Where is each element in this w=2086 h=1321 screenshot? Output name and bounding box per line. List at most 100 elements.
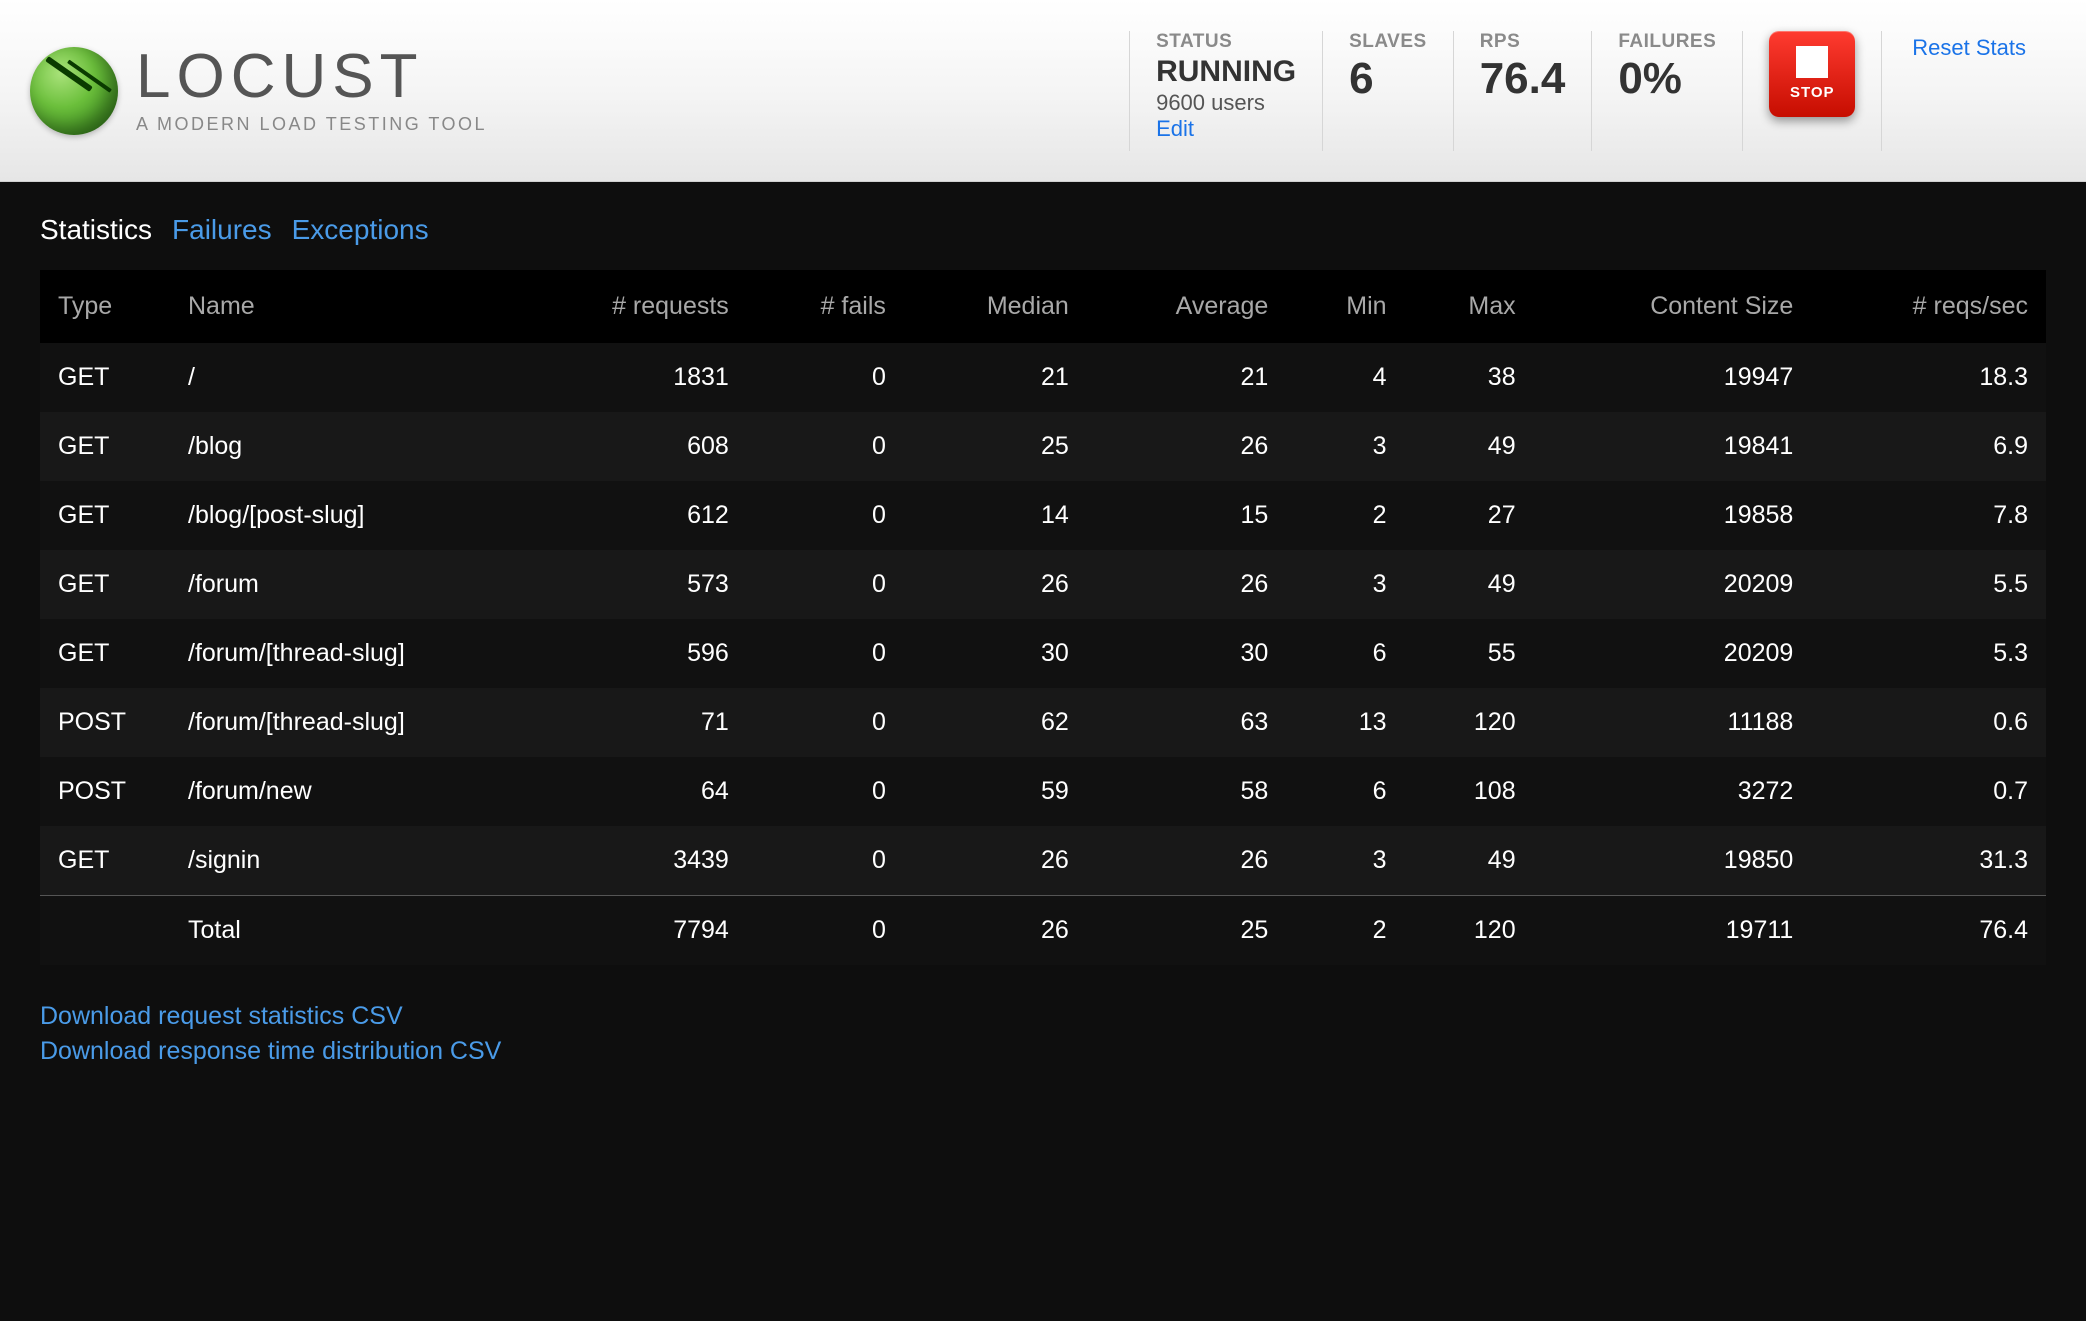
col-min[interactable]: Min	[1286, 270, 1404, 343]
cell-reqs_sec: 0.7	[1811, 757, 2046, 826]
cell-average: 15	[1087, 481, 1286, 550]
cell-name: /forum	[170, 550, 510, 619]
slaves-value: 6	[1349, 55, 1427, 103]
download-distribution-csv-link[interactable]: Download response time distribution CSV	[40, 1034, 2046, 1069]
tab-exceptions[interactable]: Exceptions	[292, 214, 429, 246]
cell-median: 30	[904, 619, 1087, 688]
failures-value: 0%	[1618, 55, 1716, 103]
table-row: POST/forum/[thread-slug]7106263131201118…	[40, 688, 2046, 757]
cell-average: 21	[1087, 343, 1286, 412]
total-cell-median: 26	[904, 896, 1087, 966]
cell-type: GET	[40, 343, 170, 412]
cell-requests: 1831	[510, 343, 747, 412]
cell-max: 27	[1405, 481, 1534, 550]
cell-type: GET	[40, 550, 170, 619]
cell-reqs_sec: 5.3	[1811, 619, 2046, 688]
cell-content_size: 19850	[1534, 826, 1812, 896]
col-requests[interactable]: # requests	[510, 270, 747, 343]
cell-average: 26	[1087, 826, 1286, 896]
col-content-size[interactable]: Content Size	[1534, 270, 1812, 343]
cell-requests: 596	[510, 619, 747, 688]
cell-content_size: 19841	[1534, 412, 1812, 481]
col-name[interactable]: Name	[170, 270, 510, 343]
table-row: GET/blog/[post-slug]61201415227198587.8	[40, 481, 2046, 550]
cell-requests: 3439	[510, 826, 747, 896]
table-row: GET/signin3439026263491985031.3	[40, 826, 2046, 896]
cell-average: 63	[1087, 688, 1286, 757]
cell-reqs_sec: 5.5	[1811, 550, 2046, 619]
cell-name: /forum/[thread-slug]	[170, 688, 510, 757]
cell-fails: 0	[747, 688, 904, 757]
cell-reqs_sec: 0.6	[1811, 688, 2046, 757]
rps-stat: RPS 76.4	[1453, 31, 1592, 151]
download-request-csv-link[interactable]: Download request statistics CSV	[40, 999, 2046, 1034]
cell-fails: 0	[747, 412, 904, 481]
stop-button[interactable]: STOP	[1769, 31, 1855, 117]
table-row: GET/forum/[thread-slug]59603030655202095…	[40, 619, 2046, 688]
cell-type: POST	[40, 688, 170, 757]
header: LOCUST A MODERN LOAD TESTING TOOL STATUS…	[0, 0, 2086, 182]
cell-median: 21	[904, 343, 1087, 412]
cell-content_size: 19947	[1534, 343, 1812, 412]
total-cell-name: Total	[170, 896, 510, 966]
cell-median: 14	[904, 481, 1087, 550]
cell-name: /forum/[thread-slug]	[170, 619, 510, 688]
cell-median: 62	[904, 688, 1087, 757]
cell-max: 55	[1405, 619, 1534, 688]
cell-name: /blog	[170, 412, 510, 481]
stop-button-label: STOP	[1790, 84, 1835, 101]
status-stat: STATUS RUNNING 9600 users Edit	[1129, 31, 1322, 151]
rps-label: RPS	[1480, 31, 1566, 53]
rps-value: 76.4	[1480, 55, 1566, 103]
cell-min: 6	[1286, 757, 1404, 826]
cell-fails: 0	[747, 343, 904, 412]
cell-max: 120	[1405, 688, 1534, 757]
status-users: 9600 users	[1156, 90, 1296, 116]
failures-stat: FAILURES 0%	[1591, 31, 1742, 151]
col-max[interactable]: Max	[1405, 270, 1534, 343]
col-average[interactable]: Average	[1087, 270, 1286, 343]
cell-min: 6	[1286, 619, 1404, 688]
cell-reqs_sec: 31.3	[1811, 826, 2046, 896]
col-fails[interactable]: # fails	[747, 270, 904, 343]
cell-type: GET	[40, 826, 170, 896]
total-cell-reqs_sec: 76.4	[1811, 896, 2046, 966]
cell-average: 26	[1087, 412, 1286, 481]
total-cell-average: 25	[1087, 896, 1286, 966]
cell-reqs_sec: 6.9	[1811, 412, 2046, 481]
table-row: GET/forum57302626349202095.5	[40, 550, 2046, 619]
cell-requests: 64	[510, 757, 747, 826]
total-cell-fails: 0	[747, 896, 904, 966]
tab-statistics[interactable]: Statistics	[40, 214, 152, 246]
total-cell-type	[40, 896, 170, 966]
cell-max: 38	[1405, 343, 1534, 412]
failures-label: FAILURES	[1618, 31, 1716, 53]
cell-fails: 0	[747, 826, 904, 896]
cell-min: 2	[1286, 481, 1404, 550]
stats-table-wrap: Type Name # requests # fails Median Aver…	[40, 270, 2046, 965]
cell-requests: 71	[510, 688, 747, 757]
cell-fails: 0	[747, 550, 904, 619]
cell-name: /forum/new	[170, 757, 510, 826]
cell-type: GET	[40, 619, 170, 688]
tab-failures[interactable]: Failures	[172, 214, 272, 246]
col-median[interactable]: Median	[904, 270, 1087, 343]
cell-reqs_sec: 7.8	[1811, 481, 2046, 550]
cell-median: 26	[904, 550, 1087, 619]
header-stats: STATUS RUNNING 9600 users Edit SLAVES 6 …	[1129, 31, 2056, 151]
cell-fails: 0	[747, 619, 904, 688]
cell-max: 108	[1405, 757, 1534, 826]
cell-content_size: 3272	[1534, 757, 1812, 826]
col-reqs-sec[interactable]: # reqs/sec	[1811, 270, 2046, 343]
table-row: POST/forum/new6405958610832720.7	[40, 757, 2046, 826]
cell-reqs_sec: 18.3	[1811, 343, 2046, 412]
cell-requests: 573	[510, 550, 747, 619]
reset-wrap: Reset Stats	[1881, 31, 2056, 151]
total-cell-min: 2	[1286, 896, 1404, 966]
reset-stats-link[interactable]: Reset Stats	[1912, 35, 2026, 61]
table-row: GET/1831021214381994718.3	[40, 343, 2046, 412]
col-type[interactable]: Type	[40, 270, 170, 343]
cell-fails: 0	[747, 481, 904, 550]
logo-text: LOCUST A MODERN LOAD TESTING TOOL	[136, 46, 487, 135]
edit-link[interactable]: Edit	[1156, 116, 1194, 141]
